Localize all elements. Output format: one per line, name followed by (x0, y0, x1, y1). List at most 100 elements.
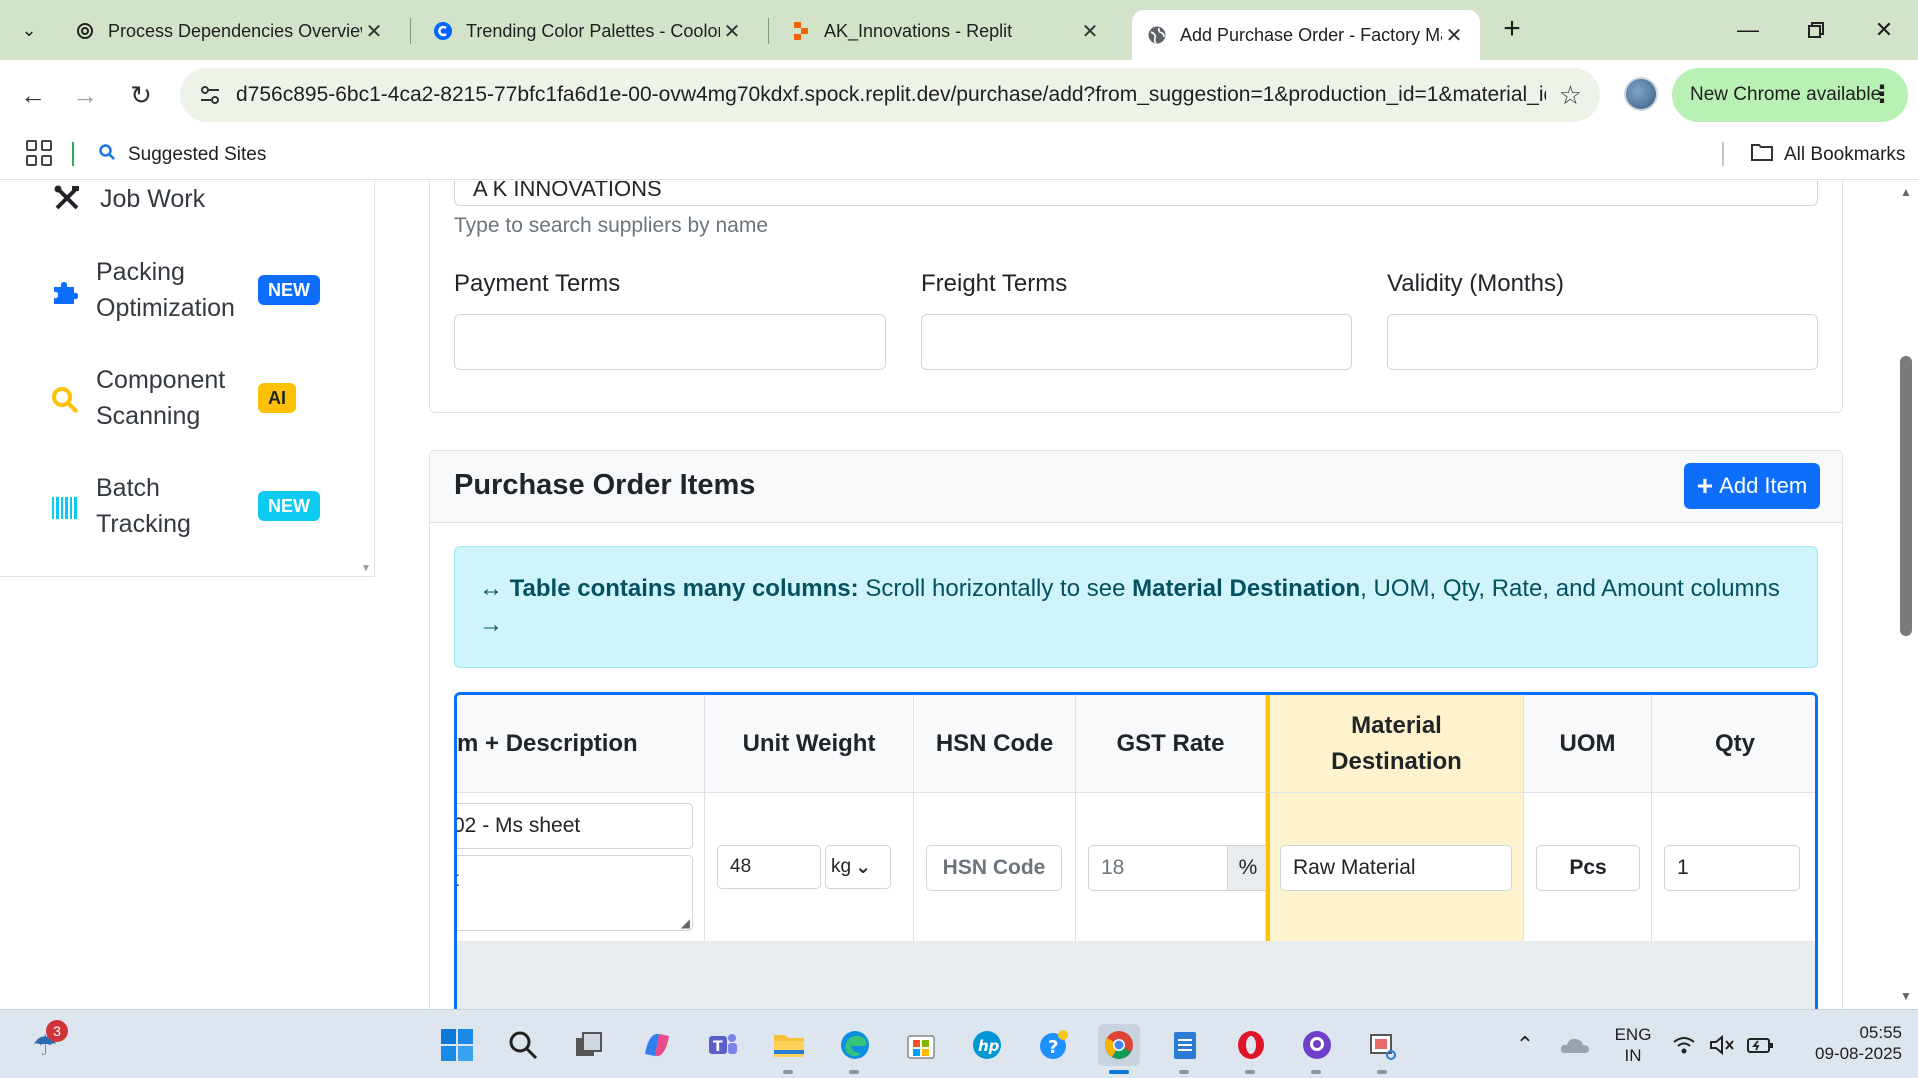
opera-icon[interactable] (1230, 1024, 1272, 1066)
apps-grid-icon[interactable] (26, 140, 52, 166)
browser-tab-strip: ⌄ Process Dependencies Overview ✕ Trendi… (0, 0, 1918, 60)
copilot-icon[interactable] (636, 1024, 678, 1066)
sidebar-item-packing-optimization[interactable]: Packing Optimization NEW (0, 249, 374, 329)
gst-rate-input[interactable]: 18 (1088, 845, 1228, 891)
close-icon[interactable]: ✕ (720, 19, 744, 44)
file-explorer-icon[interactable] (768, 1024, 810, 1066)
payment-terms-input[interactable] (454, 314, 886, 370)
tab-process-dependencies[interactable]: Process Dependencies Overview ✕ (60, 10, 400, 52)
svg-text:T: T (713, 1039, 723, 1055)
page-scrollbar[interactable]: ▲ ▼ (1896, 181, 1918, 1009)
item-select-input[interactable]: 02 - Ms sheet (457, 803, 693, 849)
profile-avatar[interactable] (1624, 77, 1658, 111)
tab-replit[interactable]: AK_Innovations - Replit ✕ (776, 10, 1116, 52)
search-icon (98, 143, 116, 167)
unit-weight-input[interactable]: 48 (717, 845, 821, 889)
sidebar-item-component-scanning[interactable]: Component Scanning AI (0, 357, 374, 437)
barcode-icon (48, 491, 82, 525)
chevron-up-icon[interactable]: ⌃ (1504, 1024, 1546, 1066)
sidebar-item-label: Component Scanning (96, 366, 226, 430)
close-icon[interactable]: ✕ (362, 19, 386, 44)
running-indicator (1311, 1070, 1321, 1074)
onedrive-icon[interactable] (1554, 1024, 1596, 1066)
scroll-hint-alert: ↔ Table contains many columns: Scroll ho… (454, 546, 1818, 668)
language-indicator[interactable]: ENG IN (1606, 1024, 1660, 1066)
restore-window-icon[interactable] (1786, 8, 1846, 52)
new-badge: NEW (258, 275, 320, 305)
validity-input[interactable] (1387, 314, 1818, 370)
hp-icon[interactable]: hp (966, 1024, 1008, 1066)
supplier-input[interactable]: A K INNOVATIONS (454, 181, 1818, 206)
notepad-icon[interactable] (1164, 1024, 1206, 1066)
tab-search-dropdown[interactable]: ⌄ (8, 10, 50, 50)
material-destination-select[interactable]: Raw Material (1280, 845, 1512, 891)
scrollbar-thumb[interactable] (1900, 356, 1912, 636)
site-settings-icon[interactable] (196, 81, 224, 109)
alert-strong: Material Destination (1132, 575, 1361, 602)
new-tab-plus-icon[interactable]: + (1494, 12, 1530, 48)
reload-icon[interactable]: ↻ (120, 74, 162, 116)
search-icon[interactable] (502, 1024, 544, 1066)
tools-icon (50, 181, 84, 215)
teams-icon[interactable]: T (702, 1024, 744, 1066)
scroll-down-icon[interactable]: ▼ (1900, 989, 1912, 1003)
table-row-unit-weight-cell: 48 kg ⌄ (705, 793, 914, 941)
uom-field[interactable]: Pcs (1536, 845, 1640, 891)
bookmark-label: All Bookmarks (1784, 144, 1906, 165)
new-chrome-available-button[interactable]: New Chrome available ⋮ (1672, 68, 1908, 122)
microsoft-store-icon[interactable] (900, 1024, 942, 1066)
sidebar: Job Work Packing Optimization NEW Compon… (0, 181, 375, 577)
tab-title: Trending Color Palettes - Coolors (466, 20, 720, 41)
minimize-icon[interactable]: — (1718, 8, 1778, 52)
close-icon[interactable]: ✕ (1442, 23, 1466, 48)
col-header-description: m + Description (457, 695, 705, 793)
resize-handle-icon[interactable]: ◢ (681, 916, 690, 930)
freight-terms-input[interactable] (921, 314, 1352, 370)
hsn-code-button[interactable]: HSN Code (926, 845, 1062, 891)
col-header-gst-rate: GST Rate (1076, 695, 1266, 793)
table-row-uom-cell: Pcs (1524, 793, 1652, 941)
tab-title: AK_Innovations - Replit (824, 20, 1013, 41)
task-view-icon[interactable] (568, 1024, 610, 1066)
add-item-button[interactable]: + Add Item (1684, 463, 1820, 509)
sidebar-item-batch-tracking[interactable]: Batch Tracking NEW (0, 465, 374, 545)
arrows-horizontal-icon: ↔ (479, 575, 503, 602)
chrome-icon[interactable] (1098, 1024, 1140, 1066)
sidebar-item-label: Batch Tracking (96, 474, 191, 538)
github-icon[interactable] (1296, 1024, 1338, 1066)
wifi-icon[interactable] (1668, 1024, 1700, 1066)
scroll-up-icon[interactable]: ▲ (1900, 185, 1912, 199)
tab-title: Add Purchase Order - Factory Manager (1180, 24, 1442, 45)
volume-muted-icon[interactable] (1706, 1024, 1738, 1066)
menu-dots-icon[interactable]: ⋮ (1870, 80, 1894, 109)
unit-select[interactable]: kg ⌄ (825, 845, 891, 889)
sidebar-item-job-work[interactable]: Job Work (0, 181, 374, 217)
windows-start-icon[interactable] (436, 1024, 478, 1066)
qty-input[interactable]: 1 (1664, 845, 1800, 891)
col-header-uom: UOM (1524, 695, 1652, 793)
tab-coolors[interactable]: Trending Color Palettes - Coolors ✕ (418, 10, 758, 52)
running-indicator (1377, 1070, 1387, 1074)
close-icon[interactable]: ✕ (1078, 19, 1102, 44)
alert-text: Scroll horizontally to see (865, 575, 1126, 602)
globe-icon (1146, 24, 1168, 46)
forward-arrow-icon[interactable]: → (64, 74, 106, 116)
all-bookmarks-button[interactable]: All Bookmarks (1750, 130, 1905, 180)
address-bar[interactable]: d756c895-6bc1-4ca2-8215-77bfc1fa6d1e-00-… (180, 68, 1600, 122)
clock[interactable]: 05:55 09-08-2025 (1790, 1022, 1902, 1064)
search-icon (48, 383, 82, 417)
bookmark-separator (72, 142, 74, 166)
edge-icon[interactable] (834, 1024, 876, 1066)
items-table[interactable]: m + Description Unit Weight HSN Code GST… (454, 692, 1818, 1009)
replit-icon (790, 20, 812, 42)
description-textarea[interactable]: t ◢ (457, 855, 693, 931)
sidebar-scroll-down-icon[interactable]: ▼ (361, 563, 371, 574)
bookmark-star-icon[interactable]: ☆ (1559, 80, 1582, 111)
snipping-tool-icon[interactable] (1362, 1024, 1404, 1066)
close-window-icon[interactable]: ✕ (1854, 8, 1914, 52)
battery-icon[interactable] (1744, 1024, 1776, 1066)
help-icon[interactable]: ? (1032, 1024, 1074, 1066)
tab-add-purchase-order[interactable]: Add Purchase Order - Factory Manager ✕ (1132, 10, 1480, 60)
bookmark-suggested-sites[interactable]: Suggested Sites (98, 130, 266, 180)
back-arrow-icon[interactable]: ← (12, 74, 54, 116)
